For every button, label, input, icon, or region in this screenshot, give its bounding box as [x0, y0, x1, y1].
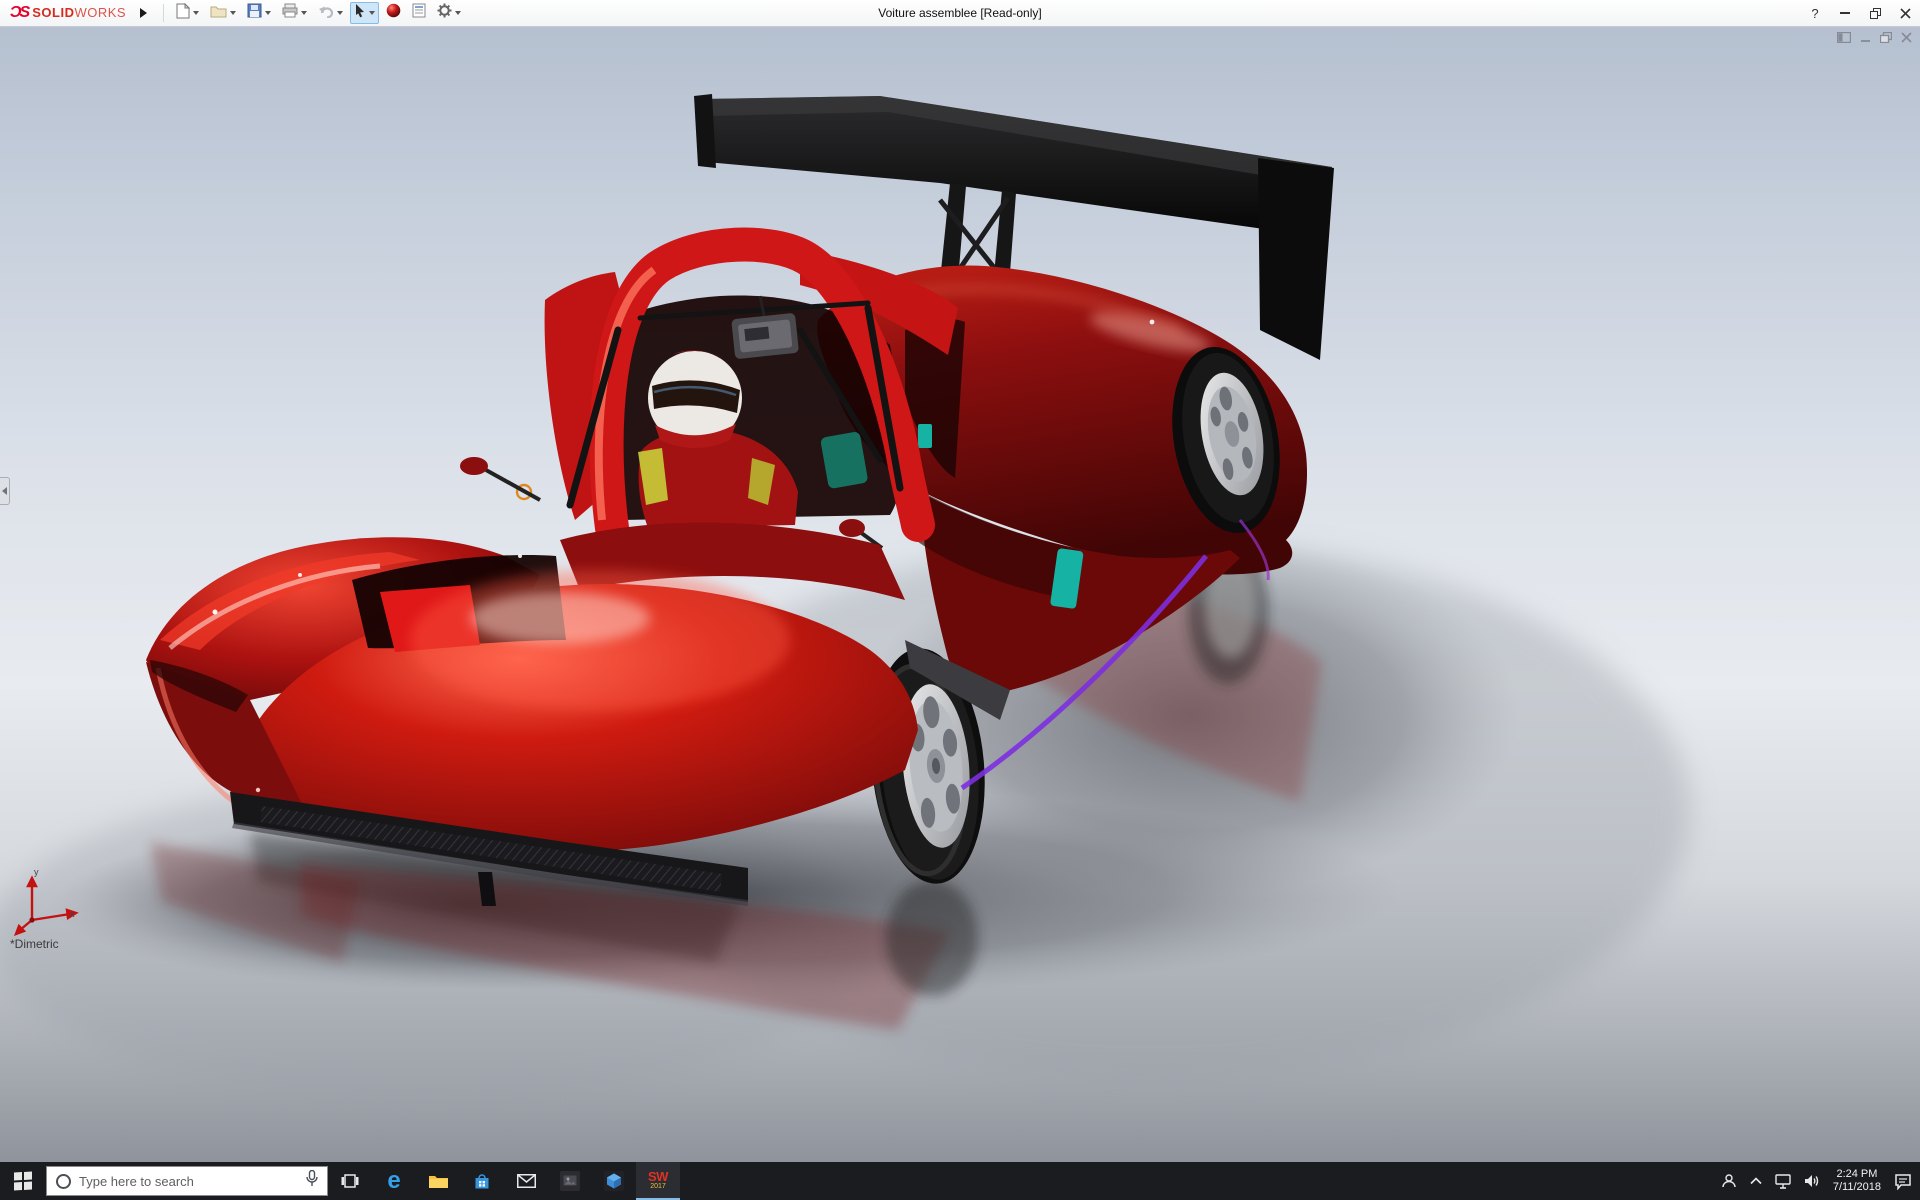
edge-icon: e	[387, 1171, 400, 1191]
open-dropdown-icon[interactable]	[230, 11, 236, 15]
gear-icon	[437, 3, 452, 23]
close-button[interactable]	[1890, 0, 1920, 26]
save-floppy-icon	[247, 3, 262, 23]
new-document-button[interactable]	[172, 2, 203, 24]
minimize-button[interactable]	[1830, 0, 1860, 26]
search-input[interactable]	[79, 1174, 298, 1189]
speaker-icon	[1804, 1174, 1820, 1188]
volume-tray-button[interactable]	[1804, 1174, 1820, 1188]
clock-date: 7/11/2018	[1833, 1181, 1881, 1194]
restore-button[interactable]	[1860, 0, 1890, 26]
doc-close-button[interactable]	[1901, 32, 1912, 43]
solidworks-app-icon: SW	[648, 1171, 668, 1183]
view-orientation-label: *Dimetric	[10, 937, 59, 951]
3d-cube-icon	[604, 1171, 624, 1191]
properties-sheet-icon	[412, 3, 426, 23]
taskbar-search[interactable]	[46, 1166, 328, 1196]
print-icon	[282, 3, 298, 23]
network-icon	[1775, 1174, 1791, 1189]
taskbar-clock[interactable]: 2:24 PM 7/11/2018	[1833, 1168, 1881, 1194]
window-controls: ?	[1800, 0, 1920, 26]
task-view-button[interactable]	[328, 1162, 372, 1200]
help-button[interactable]: ?	[1800, 0, 1830, 26]
panel-collapse-tab[interactable]	[0, 477, 10, 505]
doc-minimize-button[interactable]	[1860, 32, 1871, 43]
new-document-icon	[176, 3, 190, 24]
ds-logo-mark: ƆS	[10, 4, 28, 22]
triad-y-label: y	[34, 867, 39, 877]
options-dropdown-icon[interactable]	[455, 11, 461, 15]
windows-logo-icon	[14, 1172, 32, 1191]
chevron-up-icon	[1750, 1177, 1762, 1185]
save-dropdown-icon[interactable]	[265, 11, 271, 15]
print-button[interactable]	[278, 2, 311, 24]
appearance-sphere-icon	[386, 3, 401, 23]
people-tray-button[interactable]	[1721, 1173, 1737, 1189]
open-button[interactable]	[206, 2, 240, 24]
minimize-icon	[1840, 12, 1850, 14]
undo-button[interactable]	[314, 2, 347, 24]
edge-app-button[interactable]: e	[372, 1162, 416, 1200]
microphone-icon[interactable]	[306, 1170, 318, 1192]
start-button[interactable]	[0, 1162, 46, 1200]
save-button[interactable]	[243, 2, 275, 24]
mail-icon	[517, 1174, 536, 1188]
chevron-left-icon	[2, 487, 7, 495]
document-title: Voiture assemblee [Read-only]	[878, 6, 1041, 20]
store-app-button[interactable]	[460, 1162, 504, 1200]
doc-restore-button[interactable]	[1880, 32, 1892, 43]
select-tool-button[interactable]	[350, 2, 379, 24]
hidden-icons-button[interactable]	[1750, 1177, 1762, 1185]
appearance-button[interactable]	[382, 2, 405, 24]
document-window-controls	[1837, 32, 1912, 43]
action-center-button[interactable]	[1894, 1173, 1912, 1190]
print-dropdown-icon[interactable]	[301, 11, 307, 15]
app-titlebar: ƆS SOLID WORKS	[0, 0, 1920, 27]
close-icon	[1900, 8, 1911, 19]
system-tray: 2:24 PM 7/11/2018	[1721, 1162, 1920, 1200]
file-explorer-app-button[interactable]	[416, 1162, 460, 1200]
menu-flyout-arrow-icon[interactable]	[140, 8, 147, 18]
clock-time: 2:24 PM	[1833, 1168, 1881, 1181]
orientation-triad	[12, 872, 92, 936]
network-tray-button[interactable]	[1775, 1174, 1791, 1189]
photos-app-button[interactable]	[548, 1162, 592, 1200]
pane-dock-button[interactable]	[1837, 32, 1851, 43]
properties-button[interactable]	[408, 2, 430, 24]
open-folder-icon	[210, 4, 227, 23]
mail-app-button[interactable]	[504, 1162, 548, 1200]
solidworks-logo: ƆS SOLID WORKS	[0, 4, 126, 22]
undo-icon	[318, 4, 334, 23]
windows-taskbar: e SW 2017 2:24 PM 7/11/2018	[0, 1162, 1920, 1200]
triad-x-label: x	[70, 909, 75, 919]
model-viewport-canvas[interactable]	[0, 27, 1920, 1162]
people-icon	[1721, 1173, 1737, 1189]
undo-dropdown-icon[interactable]	[337, 11, 343, 15]
solidworks-app-button[interactable]: SW 2017	[636, 1162, 680, 1200]
file-explorer-icon	[428, 1173, 449, 1190]
select-dropdown-icon[interactable]	[369, 11, 375, 15]
quick-access-toolbar	[172, 2, 465, 24]
action-center-icon	[1894, 1173, 1912, 1190]
cortana-icon	[56, 1174, 71, 1189]
photos-icon	[560, 1171, 580, 1191]
restore-icon	[1870, 8, 1881, 19]
3d-app-button[interactable]	[592, 1162, 636, 1200]
graphics-viewport[interactable]: y x *Dimetric	[0, 27, 1920, 1162]
store-icon	[473, 1172, 491, 1190]
options-button[interactable]	[433, 2, 465, 24]
new-document-dropdown-icon[interactable]	[193, 11, 199, 15]
task-view-icon	[341, 1173, 359, 1189]
toolbar-separator	[163, 4, 164, 22]
select-arrow-icon	[354, 3, 366, 23]
